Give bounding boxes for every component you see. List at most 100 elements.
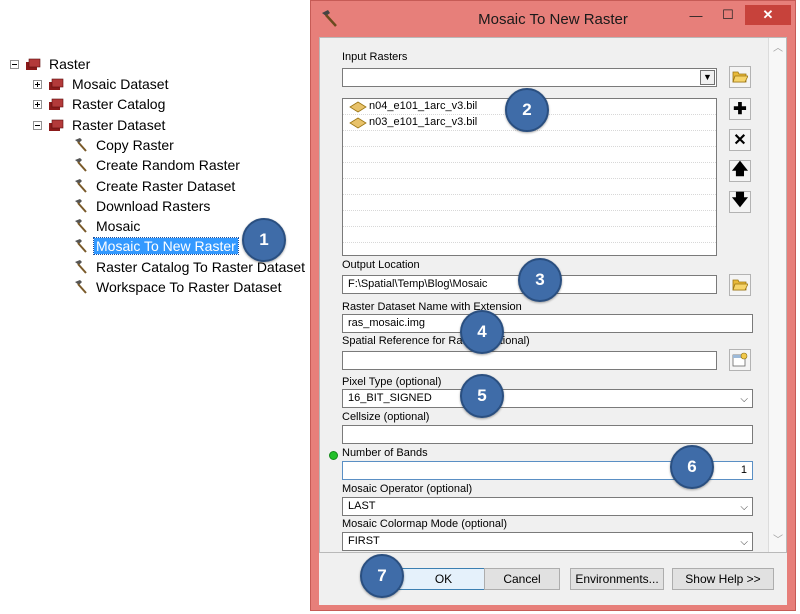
properties-icon [732, 352, 748, 367]
list-item-empty [343, 243, 716, 255]
chevron-down-icon: ⌵ [740, 394, 748, 405]
title-bar[interactable]: Mosaic To New Raster — ☐ ✕ [311, 1, 795, 37]
toolbox-icon [49, 98, 64, 110]
required-indicator-icon [329, 451, 338, 460]
mosaic-operator-label: Mosaic Operator (optional) [342, 483, 473, 495]
spatial-reference-properties-button[interactable] [729, 349, 751, 371]
tree-node-raster-catalog[interactable]: Raster Catalog [33, 95, 167, 113]
callout-badge: 4 [460, 310, 504, 354]
tool-label: Download Rasters [96, 198, 211, 214]
colormap-mode-value: FIRST [348, 535, 380, 547]
environments-button[interactable]: Environments... [570, 568, 664, 590]
scroll-down-icon[interactable]: ﹀ [773, 536, 783, 546]
tool-create-random-raster[interactable]: Create Random Raster [72, 156, 242, 174]
scroll-up-icon[interactable]: ︿ [773, 44, 783, 54]
tool-workspace-to-raster-dataset[interactable]: Workspace To Raster Dataset [72, 278, 283, 296]
expand-icon[interactable] [33, 99, 42, 109]
callout-badge: 3 [518, 258, 562, 302]
folder-open-icon [732, 279, 748, 291]
dropdown-arrow-icon[interactable]: ▼ [700, 70, 715, 85]
maximize-button[interactable]: ☐ [713, 5, 743, 25]
tree-node-mosaic-dataset[interactable]: Mosaic Dataset [33, 75, 170, 93]
input-rasters-combo[interactable]: ▼ [342, 68, 717, 87]
tool-label: Mosaic [96, 218, 141, 234]
tool-download-rasters[interactable]: Download Rasters [72, 197, 212, 215]
mosaic-operator-select[interactable]: LAST ⌵ [342, 497, 753, 516]
colormap-mode-label: Mosaic Colormap Mode (optional) [342, 518, 508, 530]
tool-label: Raster Catalog To Raster Dataset [96, 259, 306, 275]
toolbox-tree: Raster Mosaic Dataset Raster Catalog Ras… [0, 0, 310, 614]
tree-node-raster[interactable]: Raster [10, 55, 92, 73]
colormap-mode-select[interactable]: FIRST ⌵ [342, 532, 753, 551]
tool-label: Create Random Raster [96, 157, 240, 173]
browse-output-button[interactable] [729, 274, 751, 296]
minimize-button[interactable]: — [681, 5, 711, 25]
move-up-button[interactable]: 🡅 [729, 160, 751, 182]
collapse-icon[interactable] [10, 59, 19, 69]
hammer-icon [75, 138, 87, 152]
hammer-icon [75, 239, 87, 253]
tool-label: Workspace To Raster Dataset [96, 279, 282, 295]
tool-label: Copy Raster [96, 137, 174, 153]
hammer-icon [75, 158, 87, 172]
show-help-button[interactable]: Show Help >> [672, 568, 774, 590]
chevron-down-icon: ⌵ [740, 502, 748, 513]
remove-button[interactable]: ✕ [729, 129, 751, 151]
list-item-label: n04_e101_1arc_v3.bil [369, 100, 478, 112]
browse-input-button[interactable] [729, 66, 751, 88]
expand-icon[interactable] [33, 79, 42, 89]
list-item-label: n03_e101_1arc_v3.bil [369, 116, 478, 128]
hammer-icon [75, 219, 87, 233]
tree-node-label: Raster Dataset [72, 117, 166, 133]
tree-node-label: Raster Catalog [72, 96, 166, 112]
tool-label: Create Raster Dataset [96, 178, 236, 194]
hammer-icon [75, 199, 87, 213]
output-location-label: Output Location [342, 259, 420, 271]
raster-dataset-icon [349, 101, 367, 112]
dataset-name-field[interactable]: ras_mosaic.img [342, 314, 753, 333]
list-item-empty [343, 211, 716, 227]
collapse-icon[interactable] [33, 120, 42, 130]
callout-badge: 5 [460, 374, 504, 418]
tool-label-selected: Mosaic To New Raster [93, 237, 239, 255]
chevron-down-icon: ⌵ [740, 537, 748, 548]
list-item-empty [343, 195, 716, 211]
folder-open-icon [732, 71, 748, 83]
toolbox-icon [49, 119, 64, 131]
list-item-empty [343, 131, 716, 147]
vertical-scrollbar[interactable]: ︿ ﹀ [768, 38, 786, 552]
callout-badge: 1 [242, 218, 286, 262]
move-down-button[interactable]: 🡇 [729, 191, 751, 213]
spatial-reference-field[interactable] [342, 351, 717, 370]
callout-badge: 7 [360, 554, 404, 598]
cellsize-field[interactable] [342, 425, 753, 444]
tool-raster-catalog-to-raster-dataset[interactable]: Raster Catalog To Raster Dataset [72, 258, 307, 276]
tree-node-label: Raster [49, 56, 91, 72]
callout-badge: 6 [670, 445, 714, 489]
tree-node-label: Mosaic Dataset [72, 76, 169, 92]
callout-badge: 2 [505, 88, 549, 132]
toolbox-icon [26, 58, 41, 70]
list-item-empty [343, 179, 716, 195]
cancel-button[interactable]: Cancel [484, 568, 560, 590]
list-item-empty [343, 227, 716, 243]
tool-mosaic[interactable]: Mosaic [72, 217, 142, 235]
ok-button[interactable]: OK [396, 568, 491, 590]
close-button[interactable]: ✕ [745, 5, 791, 25]
tree-node-raster-dataset[interactable]: Raster Dataset [33, 116, 167, 134]
pixel-type-select[interactable]: 16_BIT_SIGNED ⌵ [342, 389, 753, 408]
hammer-icon [75, 179, 87, 193]
number-of-bands-label: Number of Bands [342, 447, 428, 459]
hammer-icon [75, 280, 87, 294]
toolbox-icon [49, 78, 64, 90]
list-item-empty [343, 163, 716, 179]
hammer-icon [75, 260, 87, 274]
dataset-name-label: Raster Dataset Name with Extension [342, 301, 522, 313]
tool-copy-raster[interactable]: Copy Raster [72, 136, 176, 154]
add-button[interactable]: ✚ [729, 98, 751, 120]
raster-dataset-icon [349, 117, 367, 128]
tool-create-raster-dataset[interactable]: Create Raster Dataset [72, 177, 237, 195]
input-rasters-label: Input Rasters [342, 51, 408, 63]
tool-mosaic-to-new-raster[interactable]: Mosaic To New Raster [72, 237, 239, 255]
list-item-empty [343, 147, 716, 163]
